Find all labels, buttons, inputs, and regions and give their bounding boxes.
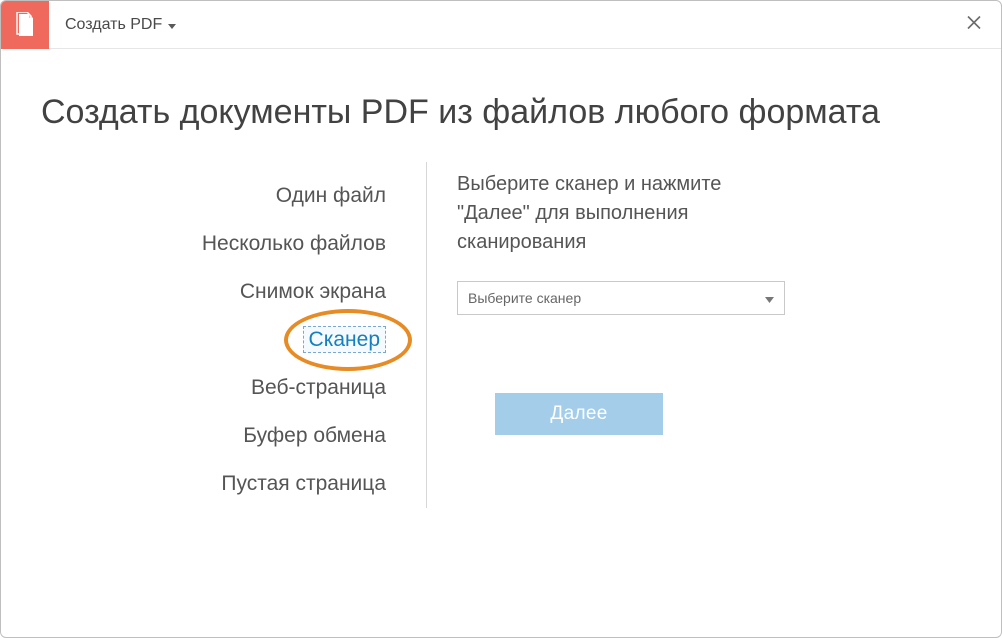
next-button-label: Далее — [550, 403, 607, 425]
source-item-webpage[interactable]: Веб-страница — [1, 364, 386, 412]
app-logo — [1, 1, 49, 49]
source-item-scanner[interactable]: Сканер — [1, 316, 386, 364]
source-item-screenshot[interactable]: Снимок экрана — [1, 268, 386, 316]
source-item-multiple-files[interactable]: Несколько файлов — [1, 220, 386, 268]
chevron-down-icon — [765, 290, 774, 306]
scanner-select-placeholder: Выберите сканер — [468, 290, 581, 306]
titlebar: Создать PDF — [1, 1, 1001, 49]
source-menu: Один файл Несколько файлов Снимок экрана… — [1, 162, 396, 508]
create-pdf-icon — [13, 12, 37, 38]
scanner-instructions: Выберите сканер и нажмите "Далее" для вы… — [457, 170, 777, 257]
two-column-layout: Один файл Несколько файлов Снимок экрана… — [1, 162, 1001, 568]
scanner-panel: Выберите сканер и нажмите "Далее" для вы… — [457, 162, 1001, 508]
close-button[interactable] — [965, 13, 983, 36]
create-pdf-dropdown[interactable]: Создать PDF — [49, 1, 192, 48]
source-list: Один файл Несколько файлов Снимок экрана… — [1, 172, 396, 508]
vertical-divider — [426, 162, 427, 508]
window: Создать PDF Создать документы PDF из фай… — [0, 0, 1002, 638]
dropdown-caret-icon — [168, 16, 176, 34]
create-pdf-label: Создать PDF — [65, 16, 162, 34]
page-title: Создать документы PDF из файлов любого ф… — [1, 49, 1001, 162]
source-item-blank-page[interactable]: Пустая страница — [1, 460, 386, 508]
scanner-select[interactable]: Выберите сканер — [457, 281, 785, 315]
content-area: Создать документы PDF из файлов любого ф… — [1, 49, 1001, 637]
source-item-single-file[interactable]: Один файл — [1, 172, 386, 220]
close-icon — [965, 13, 983, 31]
source-item-clipboard[interactable]: Буфер обмена — [1, 412, 386, 460]
next-button[interactable]: Далее — [495, 393, 663, 435]
